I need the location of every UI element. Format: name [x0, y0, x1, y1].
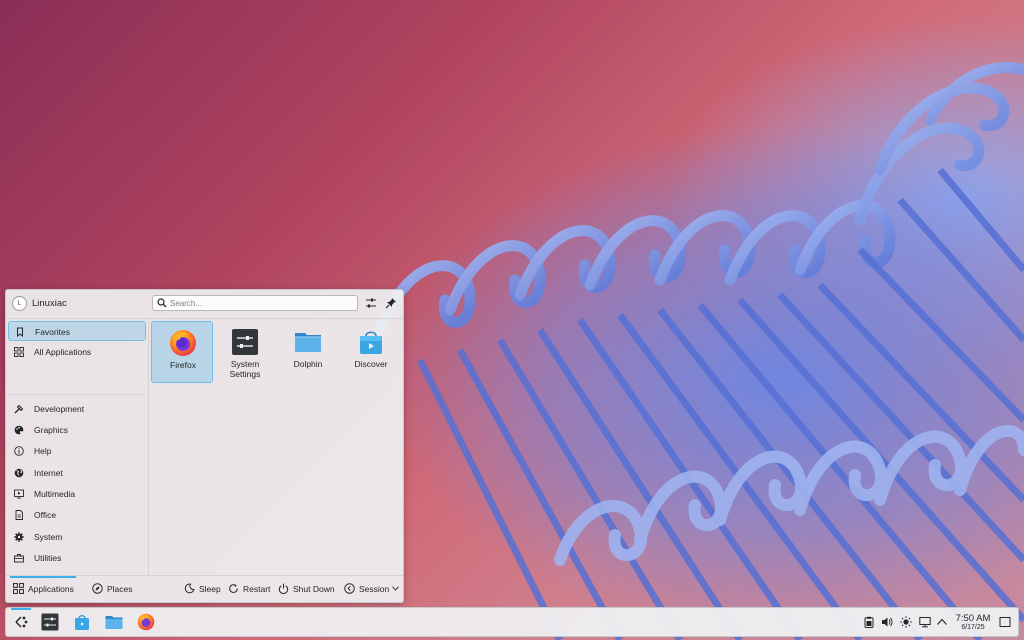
- sidebar-item-label: Help: [34, 446, 52, 456]
- chevron-up-icon[interactable]: [936, 616, 948, 628]
- sleep-icon: [184, 583, 195, 594]
- restart-label: Restart: [243, 584, 271, 594]
- app-name: Discover: [354, 359, 388, 369]
- clipboard-icon[interactable]: [863, 616, 875, 628]
- app-system-settings[interactable]: System Settings: [214, 321, 276, 383]
- shut-down-button[interactable]: Shut Down: [278, 581, 336, 597]
- sidebar-item-office[interactable]: Office: [8, 505, 146, 525]
- configure-icon[interactable]: [364, 296, 378, 310]
- show-desktop-icon[interactable]: [999, 616, 1011, 628]
- clock-time[interactable]: 7:50 AM: [953, 613, 993, 624]
- shut-down-label: Shut Down: [293, 584, 335, 594]
- compass-icon: [92, 583, 103, 594]
- globe-icon: [14, 468, 24, 478]
- username: Linuxiac: [32, 298, 67, 309]
- tab-places[interactable]: Places: [92, 581, 142, 597]
- taskbar-panel: 7:50 AM 6/17/25: [5, 607, 1019, 637]
- application-launcher-button[interactable]: [9, 608, 33, 633]
- restart-button[interactable]: Restart: [228, 581, 274, 597]
- system-settings-icon: [232, 329, 258, 355]
- network-icon[interactable]: [919, 616, 931, 628]
- sidebar-separator: [8, 394, 146, 395]
- user-avatar[interactable]: L: [12, 296, 27, 311]
- app-name: Firefox: [170, 360, 196, 370]
- sidebar-item-label: Internet: [34, 468, 63, 478]
- sidebar-item-label: Utilities: [34, 553, 62, 563]
- session-icon: [344, 583, 355, 594]
- sidebar-item-favorites[interactable]: Favorites: [8, 321, 146, 341]
- sidebar-item-label: Development: [34, 404, 85, 414]
- sleep-button[interactable]: Sleep: [184, 581, 224, 597]
- active-tab-indicator: [10, 576, 76, 578]
- sidebar-item-multimedia[interactable]: Multimedia: [8, 484, 146, 504]
- sidebar-item-help[interactable]: Help: [8, 441, 146, 461]
- app-name: Dolphin: [293, 359, 323, 369]
- task-dolphin[interactable]: [102, 611, 126, 633]
- dolphin-folder-icon: [295, 333, 321, 352]
- sidebar-item-system[interactable]: System: [8, 527, 146, 547]
- sidebar-item-development[interactable]: Development: [8, 399, 146, 419]
- sidebar-item-label: Office: [34, 510, 57, 520]
- search-field[interactable]: [152, 295, 358, 311]
- toolbox-icon: [14, 554, 24, 563]
- tab-applications[interactable]: Applications: [13, 581, 83, 597]
- clock-date[interactable]: 6/17/25: [953, 624, 993, 631]
- hammer-icon: [14, 404, 24, 414]
- discover-bag-icon: [75, 615, 89, 630]
- sidebar-item-utilities[interactable]: Utilities: [8, 548, 146, 568]
- tab-label: Places: [107, 584, 133, 594]
- sleep-label: Sleep: [199, 584, 221, 594]
- document-icon: [15, 510, 23, 520]
- dolphin-folder-icon: [105, 616, 123, 629]
- search-icon: [157, 298, 167, 308]
- firefox-icon: [170, 330, 196, 356]
- sidebar-item-label: System: [34, 532, 63, 542]
- bookmark-icon: [17, 327, 23, 337]
- grid-icon: [13, 583, 24, 594]
- discover-bag-icon: [360, 331, 382, 354]
- session-label: Session: [359, 584, 390, 594]
- session-button[interactable]: Session: [344, 581, 400, 597]
- app-discover[interactable]: Discover: [340, 321, 402, 383]
- application-launcher-menu: L Linuxiac Favorites All Applications De…: [5, 289, 404, 603]
- sidebar-item-label: All Applications: [34, 347, 92, 357]
- sidebar-item-label: Multimedia: [34, 489, 76, 499]
- palette-icon: [14, 425, 24, 435]
- sidebar-item-label: Graphics: [34, 425, 69, 435]
- tab-label: Applications: [28, 584, 74, 594]
- launcher-footer: Applications Places Sleep Restart Shut D…: [6, 575, 403, 603]
- app-name: System Settings: [229, 359, 261, 379]
- gear-icon: [14, 532, 24, 542]
- system-settings-icon: [41, 613, 59, 631]
- app-firefox[interactable]: Firefox: [151, 321, 213, 383]
- volume-icon[interactable]: [881, 616, 893, 628]
- sidebar-item-graphics[interactable]: Graphics: [8, 420, 146, 440]
- sidebar-item-all-applications[interactable]: All Applications: [8, 342, 146, 362]
- search-input[interactable]: [170, 297, 350, 309]
- firefox-icon: [137, 613, 155, 631]
- grid-icon: [14, 347, 24, 357]
- app-dolphin[interactable]: Dolphin: [277, 321, 339, 383]
- brightness-icon[interactable]: [900, 616, 912, 628]
- task-system-settings[interactable]: [38, 611, 62, 633]
- pin-icon[interactable]: [384, 296, 398, 310]
- task-discover[interactable]: [70, 611, 94, 633]
- launcher-header: L Linuxiac: [6, 290, 403, 319]
- restart-icon: [229, 584, 238, 593]
- sidebar-item-label: Favorites: [35, 327, 70, 337]
- chevron-down-icon: [392, 586, 399, 591]
- media-icon: [14, 489, 24, 499]
- category-sidebar: Favorites All Applications Development G…: [6, 319, 149, 575]
- task-firefox[interactable]: [134, 611, 158, 633]
- power-icon: [278, 583, 289, 594]
- sidebar-item-internet[interactable]: Internet: [8, 463, 146, 483]
- info-icon: [14, 446, 24, 456]
- application-launcher-icon: [15, 616, 28, 628]
